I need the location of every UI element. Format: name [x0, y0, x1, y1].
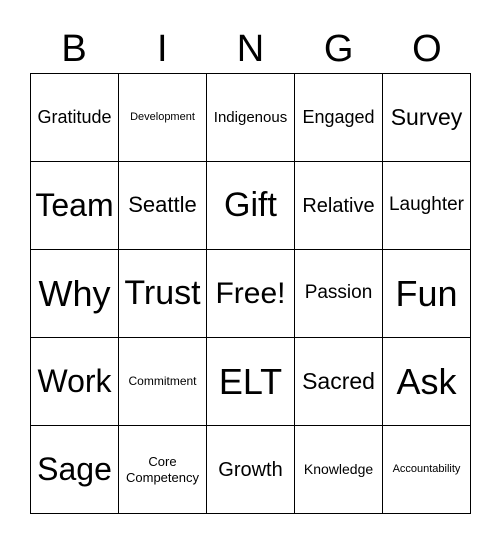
bingo-cell[interactable]: Trust	[119, 250, 207, 338]
bingo-cell[interactable]: Gratitude	[31, 74, 119, 162]
bingo-cell[interactable]: Relative	[295, 162, 383, 250]
bingo-grid: Gratitude Development Indigenous Engaged…	[30, 73, 471, 514]
bingo-cell[interactable]: Sacred	[295, 338, 383, 426]
bingo-cell[interactable]: Growth	[207, 426, 295, 514]
bingo-cell[interactable]: Survey	[383, 74, 471, 162]
bingo-cell[interactable]: ELT	[207, 338, 295, 426]
bingo-cell[interactable]: Commitment	[119, 338, 207, 426]
bingo-cell[interactable]: Accountability	[383, 426, 471, 514]
bingo-cell[interactable]: Seattle	[119, 162, 207, 250]
bingo-cell[interactable]: Indigenous	[207, 74, 295, 162]
header-letter-g: G	[323, 28, 354, 70]
bingo-cell[interactable]: Ask	[383, 338, 471, 426]
bingo-cell[interactable]: Why	[31, 250, 119, 338]
bingo-cell[interactable]: Free!	[207, 250, 295, 338]
header-letter-n: N	[236, 28, 265, 70]
header-letter-o: O	[412, 28, 442, 70]
header-letter-i: I	[157, 28, 168, 70]
bingo-cell[interactable]: Fun	[383, 250, 471, 338]
bingo-cell[interactable]: Work	[31, 338, 119, 426]
bingo-cell[interactable]: Engaged	[295, 74, 383, 162]
bingo-cell[interactable]: Sage	[31, 426, 119, 514]
bingo-cell[interactable]: Laughter	[383, 162, 471, 250]
bingo-cell[interactable]: Gift	[207, 162, 295, 250]
bingo-cell[interactable]: Knowledge	[295, 426, 383, 514]
bingo-cell[interactable]: Passion	[295, 250, 383, 338]
bingo-cell[interactable]: Development	[119, 74, 207, 162]
bingo-header: B I N G O	[30, 26, 471, 72]
bingo-cell[interactable]: Core Competency	[119, 426, 207, 514]
header-letter-b: B	[61, 28, 87, 70]
bingo-cell[interactable]: Team	[31, 162, 119, 250]
